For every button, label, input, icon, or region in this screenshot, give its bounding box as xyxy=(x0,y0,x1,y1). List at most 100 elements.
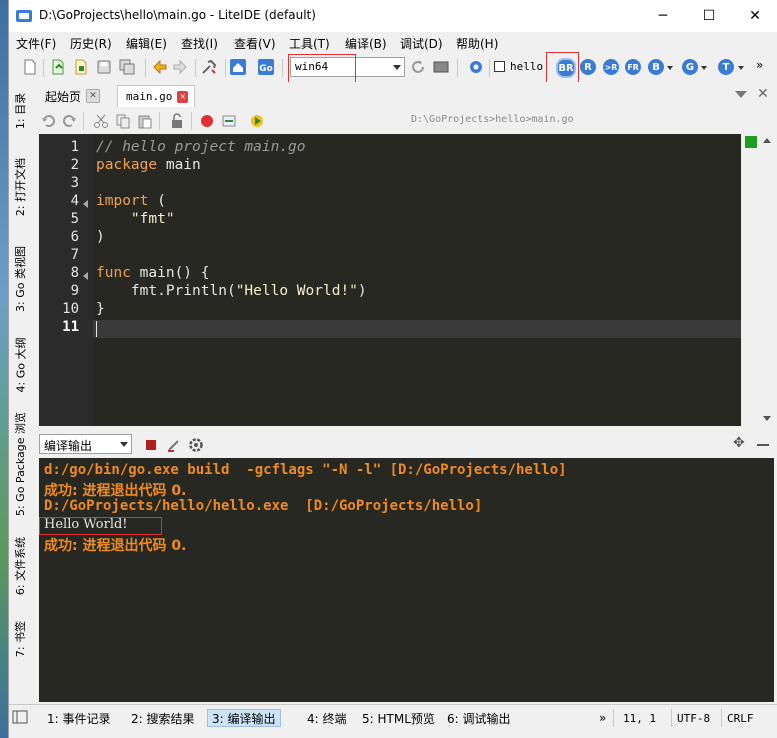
sidebar-tab-outline[interactable]: 4: Go 大纲 xyxy=(9,328,31,402)
goto-line-icon[interactable] xyxy=(221,113,237,129)
copy-icon[interactable] xyxy=(115,113,131,129)
back-icon[interactable] xyxy=(151,58,169,76)
sidebar-tab-directory[interactable]: 1: 目录 xyxy=(9,82,31,140)
sidebar-tab-class-view[interactable]: 3: Go 类视图 xyxy=(9,234,31,324)
tab-list-chevron-icon[interactable] xyxy=(735,91,747,98)
editor-toolbar: D:\GoProjects>hello>main.go xyxy=(31,108,777,134)
env-edit-icon[interactable] xyxy=(432,58,450,76)
gear-icon[interactable] xyxy=(188,437,204,453)
menu-find[interactable]: 查找(I) xyxy=(181,35,218,52)
chevron-down-icon[interactable] xyxy=(701,66,707,70)
line-ending[interactable]: CRLF xyxy=(723,709,758,727)
clear-output-icon[interactable] xyxy=(166,437,182,453)
status-bar: 1: 事件记录 2: 搜索结果 3: 编译输出 4: 终端 5: HTML预览 … xyxy=(9,704,777,731)
lock-icon[interactable] xyxy=(169,113,185,129)
toolbar-separator xyxy=(83,112,84,130)
run-button[interactable]: R xyxy=(580,59,596,75)
file-encoding[interactable]: UTF-8 xyxy=(673,709,714,727)
maximize-button[interactable]: ☐ xyxy=(686,0,732,32)
line-number: 4 xyxy=(70,193,79,209)
bottom-tab-build-output[interactable]: 3: 编译输出 xyxy=(207,709,281,727)
toolbar-separator xyxy=(489,59,490,77)
scroll-down-icon[interactable] xyxy=(763,416,771,421)
sidebar-tab-bookmarks[interactable]: 7: 书签 xyxy=(9,610,31,668)
more-toolbar-icon[interactable]: » xyxy=(756,58,763,72)
output-console[interactable]: d:/go/bin/go.exe build -gcflags "-N -l" … xyxy=(39,458,774,702)
minimize-panel-icon[interactable] xyxy=(757,444,769,446)
tab-welcome[interactable]: 起始页 ✕ xyxy=(37,85,109,107)
more-tabs-icon[interactable]: » xyxy=(595,709,610,727)
gear-icon[interactable] xyxy=(467,58,485,76)
chevron-down-icon[interactable] xyxy=(667,66,673,70)
toolbar-separator xyxy=(191,112,192,130)
code-editor[interactable]: 1 2 3 4 5 6 7 8 9 10 11 // hello project… xyxy=(39,134,774,426)
refresh-icon[interactable] xyxy=(409,58,427,76)
scroll-up-icon[interactable] xyxy=(763,138,771,143)
sidebar-tab-filesystem[interactable]: 6: 文件系统 xyxy=(9,526,31,606)
paste-icon[interactable] xyxy=(137,113,153,129)
menu-build[interactable]: 编译(B) xyxy=(345,35,387,52)
code-line-6: ) xyxy=(96,229,105,245)
code-line-1: // hello project main.go xyxy=(96,139,306,155)
stop-icon[interactable] xyxy=(146,440,156,450)
bottom-tab-html-preview[interactable]: 5: HTML预览 xyxy=(358,709,439,727)
close-icon[interactable]: ✕ xyxy=(177,90,188,103)
toolbar-separator xyxy=(195,59,196,77)
breakpoint-icon[interactable] xyxy=(199,113,215,129)
open-folder-icon[interactable] xyxy=(72,58,90,76)
close-icon[interactable]: ✕ xyxy=(86,89,101,103)
file-run-button[interactable]: FR xyxy=(625,59,641,75)
get-button[interactable]: G xyxy=(682,59,698,75)
menu-view[interactable]: 查看(V) xyxy=(234,35,276,52)
window-title: D:\GoProjects\hello\main.go - LiteIDE (d… xyxy=(39,8,316,22)
bottom-tab-search-results[interactable]: 2: 搜索结果 xyxy=(127,709,199,727)
close-button[interactable]: ✕ xyxy=(732,0,777,32)
close-editor-icon[interactable]: ✕ xyxy=(757,86,769,102)
menu-help[interactable]: 帮助(H) xyxy=(456,35,498,52)
fold-marker-icon[interactable] xyxy=(83,200,88,208)
env-highlight-box xyxy=(288,54,356,84)
menu-tools[interactable]: 工具(T) xyxy=(289,35,330,52)
main-toolbar: Go win64 hello BR R >R FR B G T » xyxy=(9,52,777,87)
menu-debug[interactable]: 调试(D) xyxy=(400,35,443,52)
save-icon[interactable] xyxy=(95,58,113,76)
home-icon[interactable] xyxy=(229,58,247,76)
toolbar-separator xyxy=(43,59,44,77)
toolbar-separator xyxy=(457,59,458,77)
undo-icon[interactable] xyxy=(41,113,57,129)
menu-history[interactable]: 历史(R) xyxy=(70,35,112,52)
sidebar-tab-package-browser[interactable]: 5: Go Package 浏览 xyxy=(9,406,31,522)
output-selector[interactable]: 编译输出 xyxy=(39,434,132,454)
float-panel-icon[interactable]: ✥ xyxy=(733,435,745,451)
save-all-icon[interactable] xyxy=(118,58,136,76)
fold-marker-icon[interactable] xyxy=(83,272,88,280)
tab-main-go[interactable]: main.go ✕ xyxy=(117,85,195,107)
run-term-button[interactable]: >R xyxy=(603,59,619,75)
status-separator xyxy=(671,709,672,727)
line-number: 6 xyxy=(70,229,79,245)
chevron-down-icon[interactable] xyxy=(738,66,744,70)
bottom-tab-terminal[interactable]: 4: 终端 xyxy=(303,709,351,727)
test-button[interactable]: T xyxy=(718,59,734,75)
minimize-button[interactable]: ─ xyxy=(640,0,686,32)
forward-icon[interactable] xyxy=(171,58,189,76)
tools-icon[interactable] xyxy=(200,58,218,76)
build-button[interactable]: B xyxy=(648,59,664,75)
debug-run-icon[interactable] xyxy=(249,113,265,129)
bottom-tab-debug-output[interactable]: 6: 调试输出 xyxy=(443,709,515,727)
menu-file[interactable]: 文件(F) xyxy=(16,35,56,52)
target-checkbox[interactable] xyxy=(494,61,505,72)
editor-scrollbar[interactable] xyxy=(741,134,774,426)
toggle-sidebar-icon[interactable] xyxy=(12,710,28,724)
redo-icon[interactable] xyxy=(61,113,77,129)
new-file-icon[interactable] xyxy=(21,58,39,76)
go-icon[interactable]: Go xyxy=(257,58,275,76)
current-line-highlight xyxy=(93,320,741,338)
cut-icon[interactable] xyxy=(93,113,109,129)
status-separator xyxy=(613,709,614,727)
open-file-icon[interactable] xyxy=(49,58,67,76)
sidebar-tab-open-documents[interactable]: 2: 打开文档 xyxy=(9,144,31,230)
bottom-tab-events[interactable]: 1: 事件记录 xyxy=(43,709,115,727)
cursor-position: 11, 1 xyxy=(623,711,657,725)
menu-edit[interactable]: 编辑(E) xyxy=(126,35,167,52)
